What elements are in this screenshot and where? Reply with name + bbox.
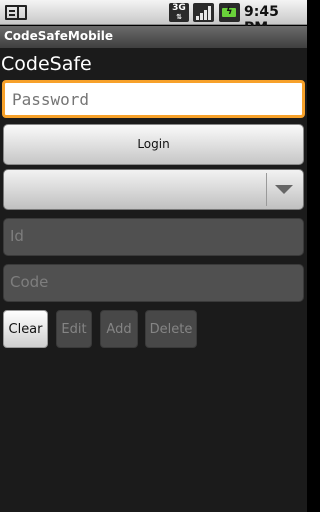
action-buttons: Clear Edit Add Delete	[0, 310, 307, 350]
notification-icon-line	[9, 10, 15, 12]
password-input[interactable]	[2, 80, 305, 118]
notification-icon-line	[9, 14, 15, 16]
main-content: CodeSafe Login Id Code Clear Edit Add De…	[0, 48, 307, 512]
network-label: 3G	[172, 3, 186, 13]
clear-button[interactable]: Clear	[3, 310, 48, 348]
spinner-divider	[266, 173, 267, 206]
charging-bolt-icon: ϟ	[226, 6, 233, 17]
page-heading: CodeSafe	[1, 53, 92, 75]
app-title: CodeSafeMobile	[4, 29, 114, 43]
code-field[interactable]: Code	[3, 264, 304, 302]
entry-spinner[interactable]	[3, 169, 304, 210]
add-button[interactable]: Add	[100, 310, 138, 348]
3g-network-icon: 3G ⇅	[169, 3, 189, 22]
dropdown-arrow-icon[interactable]	[275, 185, 293, 194]
login-button[interactable]: Login	[3, 124, 304, 165]
id-field[interactable]: Id	[3, 218, 304, 256]
delete-button[interactable]: Delete	[145, 310, 197, 348]
data-arrows-icon: ⇅	[176, 13, 182, 21]
battery-charging-icon: ϟ	[219, 3, 240, 22]
notification-icon[interactable]	[5, 5, 27, 20]
edit-button[interactable]: Edit	[56, 310, 92, 348]
app-title-bar: CodeSafeMobile	[0, 26, 307, 48]
notification-icon-divider	[17, 7, 19, 18]
status-bar: 3G ⇅ ϟ 9:45 PM	[0, 0, 307, 36]
signal-icon	[193, 3, 214, 22]
